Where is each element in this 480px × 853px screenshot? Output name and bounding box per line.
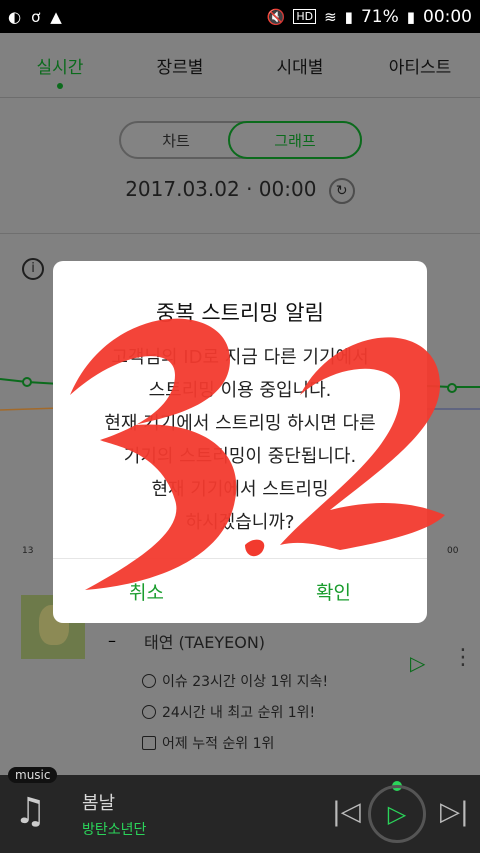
- next-icon[interactable]: ▷|: [440, 797, 469, 827]
- mute-icon: 🔇: [266, 7, 286, 26]
- tab-realtime[interactable]: 실시간: [0, 53, 120, 89]
- dialog-line: 하시겠습니까?: [185, 512, 295, 533]
- playlist-icon[interactable]: ♫: [14, 791, 46, 832]
- app-notification-icon-2: ơ: [31, 7, 41, 26]
- clock-icon: [142, 674, 156, 688]
- dialog-line: 기기의 스트리밍이 중단됩니다.: [123, 446, 357, 467]
- chart-tabs: 실시간 장르별 시대별 아티스트: [0, 33, 480, 98]
- now-playing-title[interactable]: 봄날: [82, 789, 115, 815]
- rank-dash: –: [108, 631, 116, 650]
- axis-label-right: 00: [447, 546, 459, 556]
- graph-view-button[interactable]: 그래프: [228, 121, 362, 159]
- duplicate-streaming-dialog: 중복 스트리밍 알림 고객님의 ID로 지금 다른 기기에서 스트리밍 이용 중…: [53, 261, 427, 623]
- more-icon[interactable]: ⋮: [452, 645, 474, 670]
- previous-icon[interactable]: |◁: [332, 797, 361, 827]
- app-notification-icon: ◐: [8, 7, 22, 26]
- tab-artist[interactable]: 아티스트: [360, 53, 480, 78]
- song-artist: 태연 (TAEYEON): [144, 633, 266, 652]
- dialog-title: 중복 스트리밍 알림: [156, 301, 324, 325]
- chart-timestamp: 2017.03.02 · 00:00 ↻: [0, 177, 480, 204]
- music-tag: music: [8, 767, 58, 783]
- status-bar: ◐ ơ ▲ 🔇 HD ≋ ▮ 71% ▮ 00:00: [0, 0, 480, 33]
- active-tab-indicator: [57, 82, 63, 89]
- confirm-button[interactable]: 확인: [240, 559, 427, 623]
- song-stat-2: 24시간 내 최고 순위 1위!: [142, 702, 315, 722]
- warning-icon: ▲: [50, 7, 62, 26]
- timestamp-text: 2017.03.02 · 00:00: [125, 177, 317, 201]
- chart-view-button[interactable]: 차트: [121, 121, 231, 159]
- clock-icon: [142, 705, 156, 719]
- tab-genre[interactable]: 장르별: [120, 53, 240, 78]
- calendar-icon: [142, 736, 156, 750]
- now-playing-artist[interactable]: 방탄소년단: [82, 819, 146, 839]
- dialog-line: 현재 기기에서 스트리밍 하시면 다른: [104, 413, 376, 434]
- graph-point-right: [447, 383, 457, 393]
- mini-player: music ♫ 봄날 방탄소년단 |◁ ▷ ▷|: [0, 767, 480, 853]
- battery-icon: ▮: [406, 7, 415, 26]
- dialog-line: 고객님의 ID로 지금 다른 기기에서: [111, 347, 369, 368]
- signal-icon: ▮: [344, 7, 353, 26]
- view-toggle: 차트 그래프: [119, 121, 362, 159]
- graph-series-orange: [0, 407, 61, 411]
- battery-level: 71%: [360, 6, 399, 27]
- graph-point-left: [22, 377, 32, 387]
- tab-era[interactable]: 시대별: [240, 53, 360, 78]
- song-stat-1: 이슈 23시간 이상 1위 지속!: [142, 671, 328, 691]
- cancel-button[interactable]: 취소: [53, 559, 240, 623]
- song-stat-3: 어제 누적 순위 1위: [142, 733, 274, 753]
- play-icon[interactable]: ▷: [410, 651, 425, 675]
- dialog-line: 현재 기기에서 스트리밍: [151, 479, 329, 500]
- wifi-icon: ≋: [324, 7, 337, 26]
- dialog-message: 고객님의 ID로 지금 다른 기기에서 스트리밍 이용 중입니다. 현재 기기에…: [53, 341, 427, 539]
- axis-label-left: 13: [22, 546, 34, 556]
- play-button[interactable]: ▷: [368, 785, 426, 843]
- clock: 00:00: [423, 6, 472, 27]
- hd-icon: HD: [293, 9, 317, 24]
- dialog-line: 스트리밍 이용 중입니다.: [148, 380, 332, 401]
- refresh-icon[interactable]: ↻: [328, 177, 355, 204]
